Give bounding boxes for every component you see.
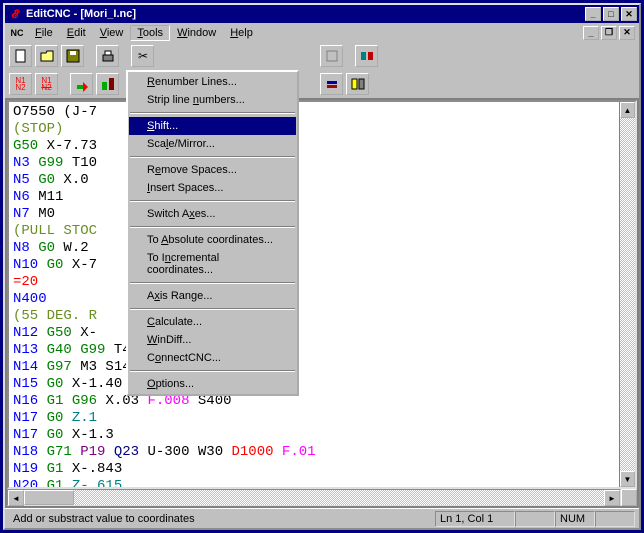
scroll-left-button[interactable]: ◄ [8,490,24,506]
scale-button[interactable] [96,73,119,95]
app-icon: 𝓔 [7,6,23,22]
status-hint: Add or substract value to coordinates [9,511,325,527]
menu-tools[interactable]: Tools [130,25,170,41]
code-line: N17 G0 Z.1 [13,410,615,427]
minimize-button[interactable]: _ [585,7,601,21]
scroll-corner [621,489,637,506]
print-button[interactable] [96,45,119,67]
menu-remove-spaces[interactable]: Remove Spaces... [129,161,296,179]
new-button[interactable] [9,45,32,67]
menu-to-absolute[interactable]: To Absolute coordinates... [129,231,296,249]
menu-windiff[interactable]: WinDiff... [129,331,296,349]
menu-options[interactable]: Options... [129,375,296,393]
code-line: (STOP) [13,121,615,138]
save-button[interactable] [61,45,84,67]
menu-to-incremental[interactable]: To Incremental coordinates... [129,249,296,279]
tool-d-button[interactable] [346,73,369,95]
scroll-right-button[interactable]: ► [604,490,620,506]
code-line: N10 G0 X-7 [13,257,615,274]
menu-connectcnc[interactable]: ConnectCNC... [129,349,296,367]
cut-button[interactable]: ✂ [131,45,154,67]
open-button[interactable] [35,45,58,67]
code-line: N400 [13,291,615,308]
code-line: G50 X-7.73 [13,138,615,155]
code-line: N5 G0 X.0 [13,172,615,189]
code-line: N18 G71 P19 Q23 U-300 W30 D1000 F.01 [13,444,615,461]
child-restore-button[interactable]: ❐ [601,26,617,40]
menu-separator [130,308,295,310]
strip-button[interactable]: N1N2 [35,73,58,95]
tools-dropdown: Renumber Lines... Strip line numbers... … [126,70,299,396]
menu-separator [130,200,295,202]
code-line: N20 G1 Z-.615 [13,478,615,487]
code-line: N7 M0 [13,206,615,223]
horizontal-scrollbar[interactable]: ◄ ► [7,489,637,506]
menu-separator [130,112,295,114]
menu-edit[interactable]: Edit [60,25,93,41]
code-line: N12 G50 X- [13,325,615,342]
status-num: NUM [555,511,595,527]
scroll-track[interactable] [620,118,635,471]
code-line: (PULL STOC [13,223,615,240]
scroll-up-button[interactable]: ▲ [620,102,635,118]
menu-switch-axes[interactable]: Switch Axes... [129,205,296,223]
menu-axis-range[interactable]: Axis Range... [129,287,296,305]
menu-window[interactable]: Window [170,25,223,41]
code-line: N3 G99 T10 [13,155,615,172]
code-line: N6 M11 [13,189,615,206]
code-editor[interactable]: O7550 (J-7(STOP)G50 X-7.73N3 G99 T10N5 G… [9,102,619,487]
code-line: =20 [13,274,615,291]
workspace: O7550 (J-7(STOP)G50 X-7.73N3 G99 T10N5 G… [5,98,639,508]
status-position: Ln 1, Col 1 [435,511,515,527]
shift-button[interactable] [70,73,93,95]
doc-icon: NC [9,25,25,41]
maximize-button[interactable]: □ [603,7,619,21]
menu-renumber-lines[interactable]: Renumber Lines... [129,73,296,91]
scroll-down-button[interactable]: ▼ [620,471,635,487]
child-close-button[interactable]: ✕ [619,26,635,40]
app-title: EditCNC - [Mori_I.nc] [26,8,585,20]
code-line: N19 G1 X-.843 [13,461,615,478]
scroll-thumb[interactable] [24,490,74,505]
tool-c-button[interactable] [320,73,343,95]
menu-separator [130,370,295,372]
status-cap [515,511,555,527]
close-button[interactable]: ✕ [621,7,637,21]
code-line: (55 DEG. R [13,308,615,325]
tool-b-button[interactable] [355,45,378,67]
menubar: NC File Edit View Tools Window Help _ ❐ … [5,23,639,42]
menu-scale-mirror[interactable]: Scale/Mirror... [129,135,296,153]
renumber-button[interactable]: N1N2 [9,73,32,95]
code-line: N8 G0 W.2 [13,240,615,257]
tool-a-button[interactable] [320,45,343,67]
toolbar-secondary: N1N2 N1N2 [5,70,639,98]
menu-shift[interactable]: Shift... [129,117,296,135]
code-line: O7550 (J-7 [13,104,615,121]
editor-frame: O7550 (J-7(STOP)G50 X-7.73N3 G99 T10N5 G… [7,100,637,489]
toolbar-main: ✂ [5,42,639,70]
code-line: N14 G97 M3 S1469 [13,359,615,376]
menu-separator [130,226,295,228]
statusbar: Add or substract value to coordinates Ln… [5,508,639,528]
menu-strip-line-numbers[interactable]: Strip line numbers... [129,91,296,109]
menu-separator [130,156,295,158]
menu-calculate[interactable]: Calculate... [129,313,296,331]
code-line: N16 G1 G96 X.03 F.008 S400 [13,393,615,410]
code-line: N15 G0 X-1.40 Z.01 T404 M8 [13,376,615,393]
app-titlebar: 𝓔 EditCNC - [Mori_I.nc] _ □ ✕ [5,5,639,23]
hscroll-track[interactable] [74,490,604,505]
vertical-scrollbar[interactable]: ▲ ▼ [619,102,635,487]
menu-separator [130,282,295,284]
code-line: N17 G0 X-1.3 [13,427,615,444]
code-line: N13 G40 G99 T400 M42 [13,342,615,359]
menu-file[interactable]: File [28,25,60,41]
menu-help[interactable]: Help [223,25,260,41]
menu-view[interactable]: View [93,25,131,41]
svg-text:✂: ✂ [138,49,148,63]
menu-insert-spaces[interactable]: Insert Spaces... [129,179,296,197]
child-minimize-button[interactable]: _ [583,26,599,40]
main-window: 𝓔 EditCNC - [Mori_I.nc] _ □ ✕ NC File Ed… [3,3,641,530]
status-scrl [595,511,635,527]
